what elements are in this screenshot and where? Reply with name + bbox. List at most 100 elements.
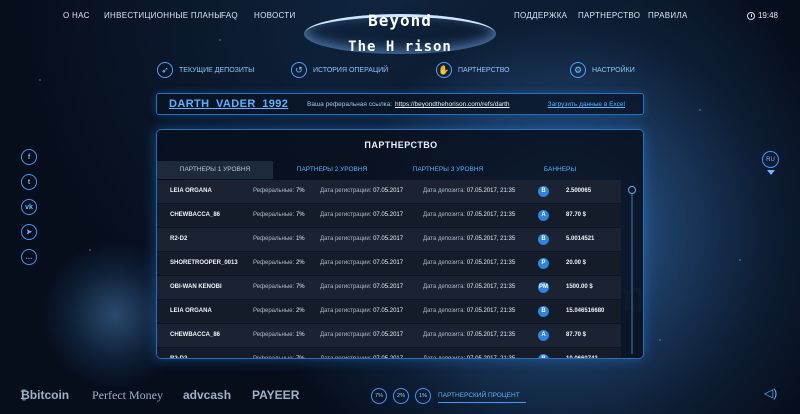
advcash-logo: advcash — [183, 388, 232, 402]
registration-date: Дата регистрации: 07.05.2017 — [320, 332, 403, 338]
payeer-logo: PAYEER — [252, 388, 300, 402]
deposit-amount: 5.0014521 — [566, 236, 595, 242]
registration-date: Дата регистрации: 07.05.2017 — [320, 284, 403, 290]
referral-value: 2% — [295, 308, 305, 314]
deposit-amount: 15.046516680 — [566, 308, 605, 314]
percent-underline — [438, 402, 526, 403]
nav-partnership[interactable]: ПАРТНЕРСТВО — [578, 11, 640, 20]
logo-text-bottom: The H rison — [348, 39, 452, 55]
history-icon: ↺ — [291, 62, 307, 78]
download-excel-link[interactable]: Загрузить данные в Excel — [548, 101, 625, 108]
referral-percent: Реферальные: 7% — [253, 284, 305, 290]
deposit-value: 07.05.2017, 21:35 — [466, 188, 516, 194]
partners-table: LEIA ORGANA Реферальные: 7% Дата регистрац… — [157, 180, 621, 359]
registration-date: Дата регистрации: 07.05.2017 — [320, 188, 403, 194]
payment-system-icon: PM — [538, 282, 549, 293]
user-bar: DARTH_VADER_1992 Ваша реферальная ссылка… — [156, 93, 644, 115]
percent-level-2[interactable]: 2% — [393, 388, 409, 404]
clock-icon — [746, 11, 755, 20]
nav-rules[interactable]: ПРАВИЛА — [648, 11, 688, 20]
nav-about[interactable]: О НАС — [63, 11, 90, 20]
chevron-down-icon[interactable] — [767, 170, 775, 175]
tab-banners[interactable]: БАННЕРЫ — [505, 161, 615, 179]
scrollbar[interactable] — [628, 186, 636, 354]
referral-link-label: Ваша реферальная ссылка: — [307, 101, 393, 108]
panel-title: ПАРТНЕРСТВО — [364, 140, 438, 150]
deposit-value: 07.05.2017, 21:35 — [466, 308, 516, 314]
nav-investment-plans[interactable]: ИНВЕСТИЦИОННЫЕ ПЛАНЫ — [104, 11, 222, 20]
nav-support[interactable]: ПОДДЕРЖКА — [514, 11, 567, 20]
registration-label: Дата регистрации: — [320, 212, 372, 218]
section-settings[interactable]: ⚙ НАСТРОЙКИ — [570, 62, 635, 78]
referral-percent: Реферальные: 7% — [253, 356, 305, 359]
partner-percent-label[interactable]: ПАРТНЕРСКИЙ ПРОЦЕНТ — [438, 392, 520, 399]
registration-value: 07.05.2017 — [373, 188, 404, 194]
bitcoin-logo: ₿bitcoin — [20, 388, 70, 402]
logo-text-top: Beyond — [368, 11, 432, 30]
registration-date: Дата регистрации: 07.05.2017 — [320, 308, 403, 314]
registration-label: Дата регистрации: — [320, 308, 372, 314]
referral-percent: Реферальные: 2% — [253, 308, 305, 314]
twitter-icon[interactable]: t — [21, 174, 37, 190]
tab-level-2[interactable]: ПАРТНЕРЫ 2 УРОВНЯ — [273, 161, 391, 179]
tab-level-3[interactable]: ПАРТНЕРЫ 3 УРОВНЯ — [391, 161, 505, 179]
scrollbar-thumb[interactable] — [628, 186, 636, 194]
account-sections: ➶ ТЕКУЩИЕ ДЕПОЗИТЫ ↺ ИСТОРИЯ ОПЕРАЦИЙ ✋ … — [0, 62, 800, 84]
nav-news[interactable]: НОВОСТИ — [254, 11, 296, 20]
payment-system-icon: A — [538, 330, 549, 341]
deposit-amount: 87.70 $ — [566, 212, 587, 218]
payment-system-icon: B — [538, 234, 549, 245]
deposit-value: 07.05.2017, 21:35 — [466, 356, 516, 359]
section-current-deposits[interactable]: ➶ ТЕКУЩИЕ ДЕПОЗИТЫ — [157, 62, 254, 78]
section-label: НАСТРОЙКИ — [592, 66, 635, 74]
referral-label: Реферальные: — [253, 308, 295, 314]
deposit-date: Дата депозита: 07.05.2017, 21:35 — [423, 332, 515, 338]
deposit-label: Дата депозита: — [423, 236, 466, 242]
partner-name: CHEWBACCA_86 — [170, 212, 221, 218]
referral-value: 7% — [295, 356, 305, 359]
sound-icon[interactable]: ◁) — [764, 386, 777, 400]
payment-system-icon: B — [538, 354, 549, 358]
telegram-icon[interactable]: ➤ — [21, 224, 37, 240]
chat-icon[interactable]: … — [21, 249, 37, 265]
referral-label: Реферальные: — [253, 356, 295, 359]
facebook-icon[interactable]: f — [21, 149, 37, 165]
language-switch[interactable]: RU — [762, 151, 779, 168]
referral-label: Реферальные: — [253, 284, 295, 290]
perfect-money-logo: Perfect Money — [92, 388, 163, 402]
deposit-label: Дата депозита: — [423, 332, 466, 338]
registration-label: Дата регистрации: — [320, 188, 372, 194]
clock: 19:48 — [746, 11, 778, 20]
partner-name: R2-D2 — [170, 356, 188, 359]
referral-label: Реферальные: — [253, 260, 295, 266]
deposit-value: 07.05.2017, 21:35 — [466, 260, 516, 266]
deposit-amount: 20.00 $ — [566, 260, 587, 266]
gear-icon: ⚙ — [570, 62, 586, 78]
percent-level-1[interactable]: 7% — [371, 388, 387, 404]
deposit-date: Дата депозита: 07.05.2017, 21:35 — [423, 356, 516, 359]
referral-link[interactable]: https://beyondthehorison.com/refs/darth — [395, 101, 510, 108]
section-label: ТЕКУЩИЕ ДЕПОЗИТЫ — [179, 66, 255, 74]
registration-date: Дата регистрации: 07.05.2017 — [320, 260, 403, 266]
section-label: ИСТОРИЯ ОПЕРАЦИЙ — [313, 66, 389, 74]
site-logo[interactable]: Beyond The H rison — [304, 4, 496, 60]
section-label: ПАРТНЕРСТВО — [458, 66, 510, 74]
username[interactable]: DARTH_VADER_1992 — [169, 98, 288, 110]
deposit-amount: 87.70 $ — [566, 332, 587, 338]
referral-percent: Реферальные: 1% — [253, 236, 305, 242]
referral-label: Реферальные: — [253, 332, 295, 338]
vk-icon[interactable]: vk — [21, 199, 37, 215]
deposit-label: Дата депозита: — [423, 356, 466, 359]
referral-value: 7% — [295, 188, 305, 194]
payment-system-icon: B — [538, 306, 549, 317]
referral-value: 7% — [295, 212, 305, 218]
nav-faq[interactable]: FAQ — [221, 11, 238, 20]
section-partnership[interactable]: ✋ ПАРТНЕРСТВО — [436, 62, 510, 78]
tab-level-1[interactable]: ПАРТНЕРЫ 1 УРОВНЯ — [157, 161, 273, 179]
referral-percent: Реферальные: 2% — [253, 260, 305, 266]
registration-label: Дата регистрации: — [320, 260, 372, 266]
referral-value: 1% — [295, 332, 305, 338]
section-history[interactable]: ↺ ИСТОРИЯ ОПЕРАЦИЙ — [291, 62, 388, 78]
deposit-value: 07.05.2017, 21:35 — [466, 212, 516, 218]
percent-level-3[interactable]: 1% — [415, 388, 431, 404]
